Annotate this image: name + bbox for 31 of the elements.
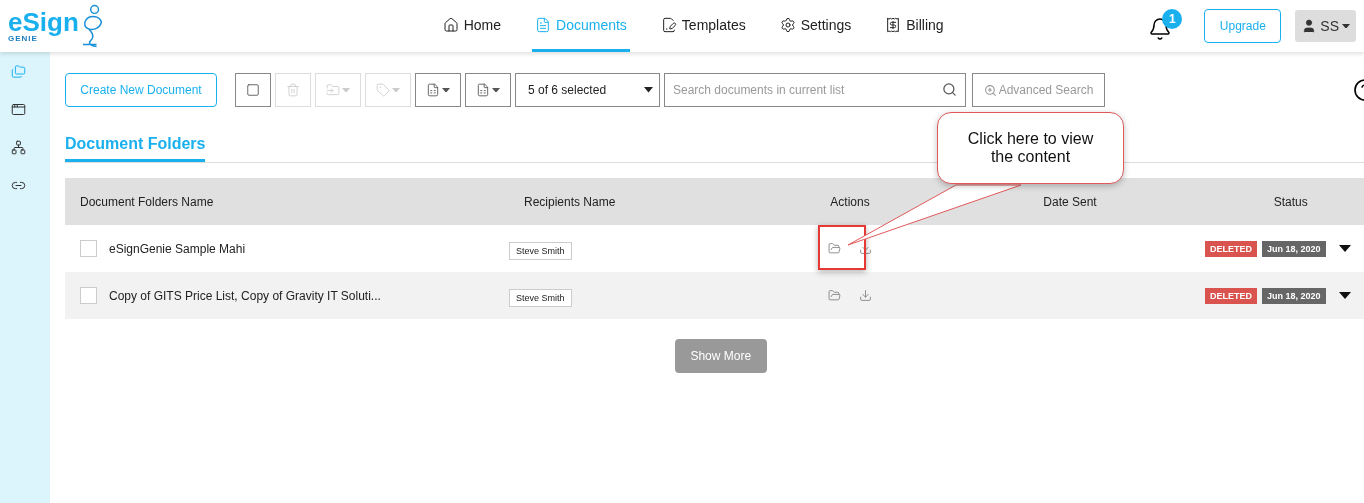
logo-text: eSign	[8, 9, 79, 35]
logo[interactable]: eSign GENIE	[0, 3, 108, 49]
section-tab[interactable]: Document Folders	[65, 135, 206, 162]
recipient-tag: Steve Smith	[509, 288, 572, 307]
folder-name: eSignGenie Sample Mahi	[109, 241, 246, 256]
search-field[interactable]: Search documents in current list	[664, 73, 966, 107]
status-badge: DELETED	[1205, 287, 1257, 304]
upgrade-button[interactable]: Upgrade	[1204, 9, 1282, 43]
nav-tab[interactable]: Documents	[532, 0, 630, 52]
date-badge: Jun 18, 2020	[1262, 287, 1326, 304]
column-header: Date Sent	[1042, 194, 1098, 209]
logo-subtext: GENIE	[8, 35, 38, 43]
column-header: Actions	[829, 194, 871, 209]
date-badge: Jun 18, 2020	[1262, 240, 1326, 257]
create-document-button[interactable]: Create New Document	[65, 73, 217, 107]
status-badge: DELETED	[1205, 240, 1257, 257]
callout-text: Click here to view the content	[937, 112, 1124, 184]
nav-tab[interactable]: Settings	[776, 0, 855, 52]
advanced-search-button[interactable]: Advanced Search	[972, 73, 1105, 107]
nav-tab[interactable]: Templates	[657, 0, 749, 52]
show-more-button[interactable]: Show More	[674, 339, 767, 373]
column-header: Recipients Name	[523, 194, 617, 209]
user-menu-button[interactable]: SS	[1295, 10, 1356, 42]
column-header: Document Folders Name	[79, 194, 215, 209]
nav-tab[interactable]: Billing	[882, 0, 947, 52]
selection-dropdown[interactable]: 5 of 6 selected	[515, 73, 660, 107]
nav-tab[interactable]: Home	[439, 0, 505, 52]
notification-badge: 1	[1162, 9, 1183, 29]
column-header: Status	[1272, 194, 1309, 209]
folder-name: Copy of GITS Price List, Copy of Gravity IT Soluti...	[109, 288, 381, 303]
recipient-tag: Steve Smith	[509, 241, 572, 260]
